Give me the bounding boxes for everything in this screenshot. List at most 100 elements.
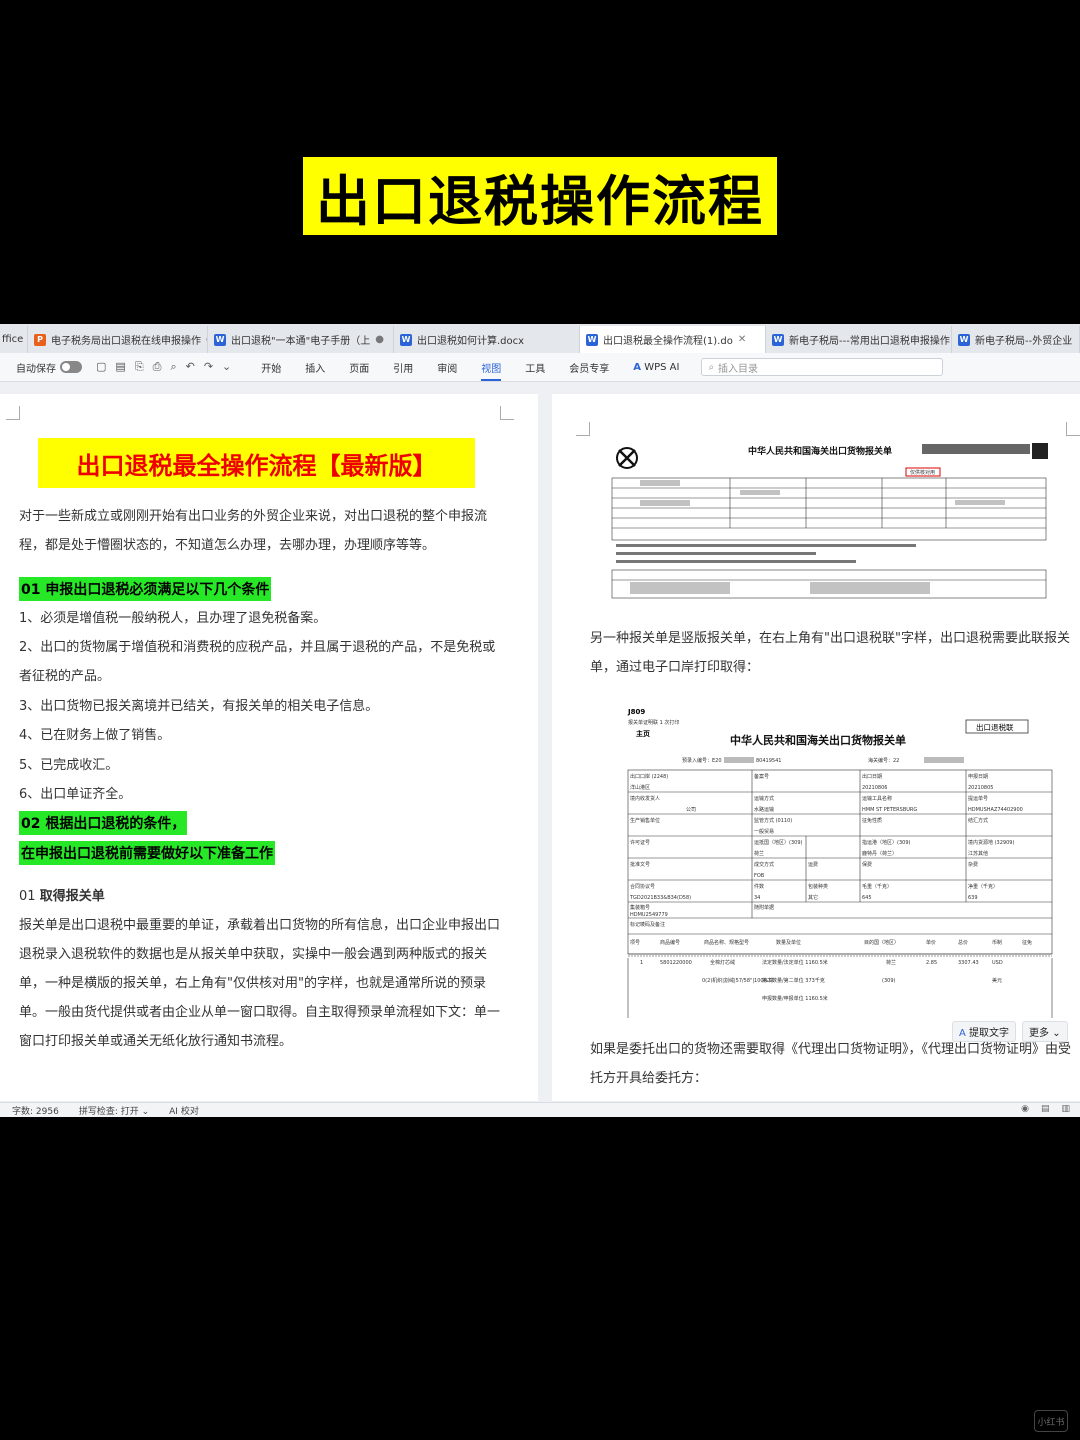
banner-title: 出口退税操作流程	[303, 157, 777, 235]
menu-item[interactable]: 插入	[305, 360, 325, 375]
field-marks: 标记唛码及备注	[630, 921, 665, 928]
field-port: 出口口岸 (2248)	[630, 773, 668, 780]
undo-icon[interactable]: ↶	[186, 360, 195, 374]
form2-code: J809	[627, 708, 645, 716]
right-page: 中华人民共和国海关出口货物报关单 仅供核对用 另一种报关单是竖版报关单，在右上角…	[552, 394, 1080, 1101]
word-icon: W	[958, 333, 970, 346]
tab-4-active[interactable]: W 出口退税最全操作流程(1).do ✕	[580, 326, 766, 353]
field-deal-value: FOB	[754, 873, 765, 879]
print-icon[interactable]: ⎙	[153, 360, 162, 374]
row-cell: 2.85	[926, 960, 937, 966]
field-container-value: HDMU2549779	[630, 912, 668, 918]
section1-heading: 01 申报出口退税必须满足以下几个条件	[19, 577, 272, 601]
close-icon[interactable]: ●	[375, 334, 384, 345]
field-vessel-value: HMM ST PETERSBURG	[862, 807, 917, 813]
menu-item[interactable]: 审阅	[437, 360, 457, 375]
word-count[interactable]: 字数: 2956	[12, 1104, 59, 1117]
field-contract: 合同协议号	[630, 883, 655, 890]
wps-ai-button[interactable]: A WPS AI	[633, 362, 679, 373]
field-transport: 运输方式	[754, 795, 774, 802]
new-doc-icon[interactable]: ▢	[96, 360, 106, 374]
page-view-icon[interactable]: ▤	[1041, 1104, 1050, 1114]
preview-icon[interactable]: ⌕	[170, 360, 176, 374]
watermark-logo: 小红书	[1034, 1410, 1068, 1432]
word-icon: W	[772, 333, 784, 346]
field-supervise-value: 一般贸易	[754, 828, 774, 835]
export-icon[interactable]: ⎘	[135, 360, 144, 374]
row-cell: 第二数量/第二单位 373千克	[762, 977, 825, 984]
search-box[interactable]: ⌕ 插入目录	[701, 358, 944, 376]
ai-proofread[interactable]: AI 校对	[169, 1104, 199, 1117]
tab-label: 新电子税局---常用出口退税申报操作	[789, 336, 950, 347]
col-header: 目的国（地区）	[864, 939, 899, 946]
left-page: 出口退税最全操作流程【最新版】 对于一些新成立或刚刚开始有出口业务的外贸企业来说…	[0, 394, 538, 1101]
close-icon[interactable]: ✕	[738, 334, 746, 345]
redaction	[724, 757, 754, 763]
page-corner-mark	[500, 406, 514, 420]
menu-item[interactable]: 视图	[481, 360, 502, 381]
col-header: 商品名称、规格型号	[704, 939, 749, 946]
field-nature: 征免性质	[862, 817, 882, 824]
row-cell: (309)	[882, 978, 895, 984]
menu-item[interactable]: 页面	[349, 360, 369, 375]
tab-2[interactable]: W 出口退税"一本通"电子手册（上 ●	[208, 326, 394, 353]
word-icon: W	[214, 333, 226, 346]
menu-item[interactable]: 会员专享	[569, 360, 609, 375]
more-icon[interactable]: ⌄	[222, 360, 231, 374]
wps-window: ffice P电子税务局出口退税在线申报操作○ W出口退税"一本通"电子手册（上…	[0, 324, 1080, 1117]
paragraph-agent-certificate: 如果是委托出口的货物还需要取得《代理出口货物证明》，《代理出口货物证明》由受托方…	[590, 1042, 1072, 1086]
tab-0[interactable]: ffice	[0, 326, 28, 353]
menu-item[interactable]: 引用	[393, 360, 413, 375]
watermark-text: 小红书	[1037, 1417, 1065, 1428]
field-consignor-value: 公司	[686, 807, 696, 813]
form2-stamp: 出口退税联	[976, 722, 1014, 732]
field-license: 许可证号	[630, 839, 650, 846]
field-producer: 生产销售单位	[630, 817, 660, 824]
tab-5[interactable]: W 新电子税局---常用出口退税申报操作	[766, 326, 952, 353]
intro-paragraph: 对于一些新成立或刚刚开始有出口业务的外贸企业来说，对出口退税的整个申报流程，都是…	[19, 509, 488, 553]
tab-1[interactable]: P电子税务局出口退税在线申报操作○	[28, 326, 208, 353]
field-bill: 提运单号	[968, 795, 988, 802]
form2-main-label: 主页	[636, 729, 650, 738]
customs-logo-icon	[616, 447, 638, 469]
customs-declaration-vertical-image: J809 报关单证明联 1 次打印 主页 中华人民共和国海关出口货物报关单 出口…	[626, 706, 1056, 1018]
condition-item: 5、已完成收汇。	[19, 758, 119, 773]
tab-3[interactable]: W 出口退税如何计算.docx	[394, 326, 580, 353]
paragraph-vertical-form: 另一种报关单是竖版报关单，在右上角有"出口退税联"字样，出口退税需要此联报关单，…	[590, 631, 1070, 675]
row-cell: 3307.43	[958, 960, 979, 966]
field-settle: 结汇方式	[968, 817, 988, 824]
subsection-heading: 01 取得报关单	[19, 882, 507, 911]
section2-heading-line2: 在申报出口退税前需要做好以下准备工作	[19, 841, 275, 865]
tab-label: 出口退税最全操作流程(1).do	[603, 336, 733, 347]
menu-item[interactable]: 开始	[261, 360, 281, 375]
row-cell: 全棉灯芯绒	[710, 959, 735, 966]
field-export-date-value: 20210806	[862, 785, 887, 791]
col-header: 单价	[926, 939, 936, 946]
chevron-down-icon: ⌄	[141, 1106, 150, 1117]
field-vessel: 运输工具名称	[862, 795, 892, 802]
col-header: 币制	[992, 939, 1002, 946]
col-header: 总价	[958, 939, 968, 946]
ribbon-menu: 开始 插入 页面 引用 审阅 视图 工具 会员专享	[261, 360, 609, 381]
save-icon[interactable]: ▤	[115, 360, 125, 374]
field-bill-value: HDMUSHAZ74402900	[968, 807, 1023, 813]
field-pieces-value: 34	[754, 895, 760, 901]
spell-check[interactable]: 拼写检查: 打开 ⌄	[79, 1104, 149, 1117]
col-header: 数量及单位	[776, 939, 801, 946]
redo-icon[interactable]: ↷	[204, 360, 213, 374]
field-misc: 杂费	[968, 861, 978, 868]
tab-6[interactable]: W 新电子税局--外贸企业	[952, 326, 1080, 353]
banner-title-text: 出口退税操作流程	[316, 169, 764, 233]
condition-item: 1、必须是增值税一般纳税人，且办理了退免税备案。	[19, 611, 327, 626]
tab-label: 电子税务局出口退税在线申报操作	[51, 336, 201, 347]
field-container: 集装箱号	[630, 904, 650, 911]
eye-icon[interactable]: ◉	[1021, 1104, 1029, 1114]
autosave[interactable]: 自动保存	[16, 360, 82, 375]
field-source: 境内货源地 (32909)	[968, 839, 1014, 846]
field-attachments: 随附单据	[754, 904, 774, 911]
field-destination: 运抵国（地区）(309)	[754, 839, 802, 846]
menu-item[interactable]: 工具	[525, 360, 545, 375]
field-apply-date-value: 20210805	[968, 785, 993, 791]
layout-icon[interactable]: ▥	[1061, 1104, 1070, 1114]
autosave-toggle[interactable]	[60, 361, 82, 373]
